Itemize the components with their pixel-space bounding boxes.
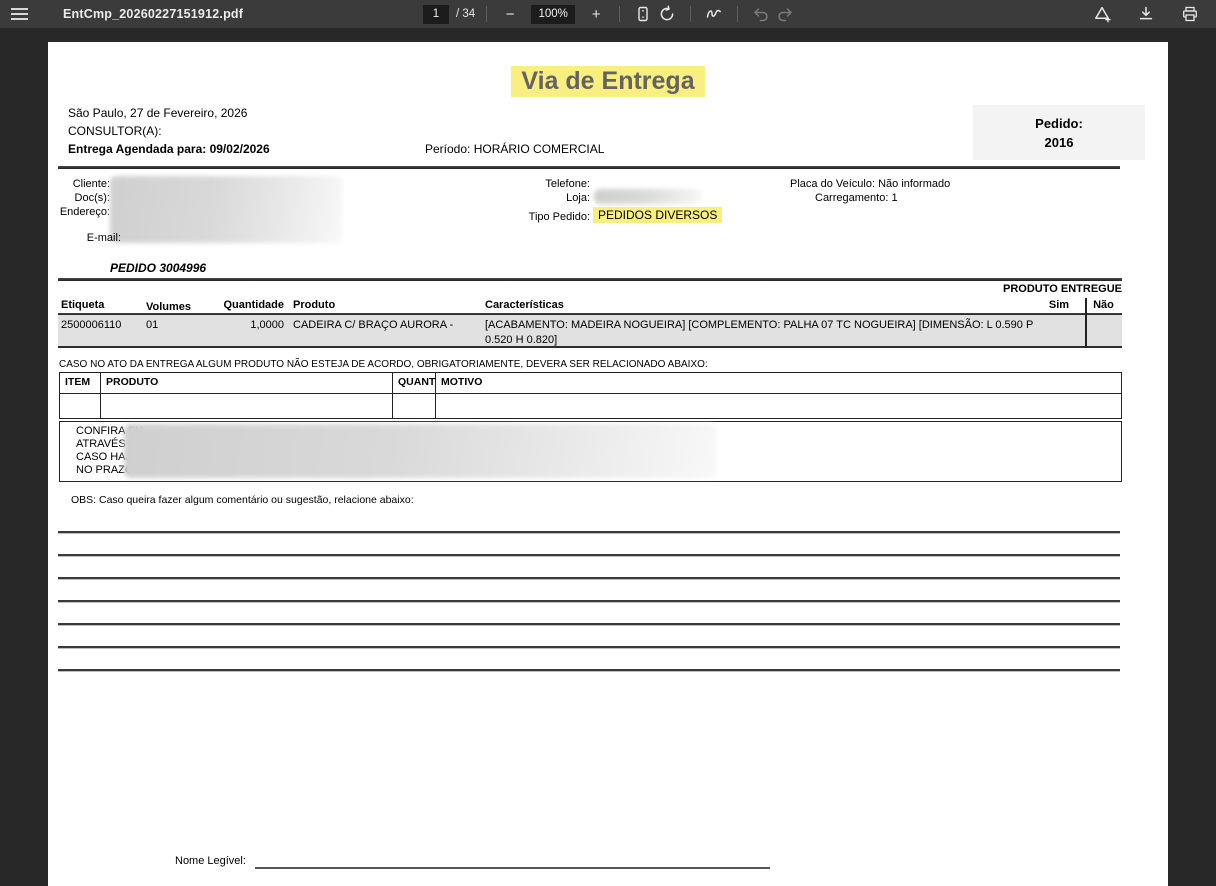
toolbar-divider xyxy=(737,6,738,22)
row-volumes: 01 xyxy=(146,319,158,331)
horizontal-rule xyxy=(58,278,1122,281)
page-number-input[interactable]: 1 xyxy=(423,5,449,24)
order-number-box: Pedido: 2016 xyxy=(973,105,1145,160)
docs-label: Doc(s): xyxy=(48,192,110,204)
add-to-collections-icon[interactable] xyxy=(1090,2,1114,26)
issue-empty-cell xyxy=(436,394,1121,418)
issue-table: ITEM PRODUTO QUANT MOTIVO xyxy=(59,372,1122,419)
col-quantidade: Quantidade xyxy=(204,299,284,311)
email-label: E-mail: xyxy=(48,232,121,244)
obs-text: OBS: Caso queira fazer algum comentário … xyxy=(71,494,414,506)
writing-line xyxy=(58,669,1120,671)
row-caracteristicas-line1: [ACABAMENTO: MADEIRA NOGUEIRA] [COMPLEME… xyxy=(485,319,1033,331)
col-etiqueta: Etiqueta xyxy=(61,299,104,311)
redo-icon[interactable] xyxy=(773,2,797,26)
issue-col-item: ITEM xyxy=(60,373,101,394)
pdf-toolbar: EntCmp_20260227151912.pdf 1 / 34 − 100% … xyxy=(0,0,1216,28)
download-icon[interactable] xyxy=(1134,2,1158,26)
writing-line xyxy=(58,554,1120,556)
col-volumes: Volumes xyxy=(146,301,191,313)
issue-empty-cell xyxy=(101,394,393,418)
page-count-label: / 34 xyxy=(456,8,475,20)
toolbar-divider xyxy=(690,6,691,22)
col-sim: Sim xyxy=(1033,299,1085,311)
plate-value: Não informado xyxy=(878,178,950,190)
issue-empty-cell xyxy=(60,394,101,418)
order-reference: PEDIDO 3004996 xyxy=(110,261,206,275)
row-etiqueta: 2500006110 xyxy=(61,319,121,331)
horizontal-rule xyxy=(58,166,1120,169)
city-date: São Paulo, 27 de Fevereiro, 2026 xyxy=(68,106,247,120)
product-row: 2500006110 01 1,0000 CADEIRA C/ BRAÇO AU… xyxy=(58,315,1122,348)
order-label: Pedido: xyxy=(973,114,1145,133)
row-caracteristicas-line2: 0.520 H 0.820] xyxy=(485,334,557,346)
issue-col-motivo: MOTIVO xyxy=(436,373,1121,394)
col-nao: Não xyxy=(1085,299,1122,311)
period: Período: HORÁRIO COMERCIAL xyxy=(425,142,604,156)
redacted-confirmation-text xyxy=(124,424,716,478)
signature-line xyxy=(255,867,770,869)
client-label: Cliente: xyxy=(48,178,110,190)
legible-name-label: Nome Legível: xyxy=(175,855,246,867)
pdf-page-1: Via de Entrega São Paulo, 27 de Fevereir… xyxy=(48,42,1168,838)
confirmation-box: CONFIRA SU ATRAVÉS DE CASO HAJA A NO PRA… xyxy=(59,421,1122,482)
phone-label: Telefone: xyxy=(488,178,590,190)
vehicle-plate: Placa do Veículo: Não informado xyxy=(790,178,950,190)
zoom-out-button[interactable]: − xyxy=(498,2,522,26)
load-count: Carregamento: 1 xyxy=(815,192,898,204)
writing-line xyxy=(58,531,1120,533)
issue-col-quant: QUANT xyxy=(393,373,436,394)
zoom-level-input[interactable]: 100% xyxy=(531,5,575,24)
issue-col-produto: PRODUTO xyxy=(101,373,393,394)
store-label: Loja: xyxy=(488,192,590,204)
row-quantidade: 1,0000 xyxy=(204,319,284,331)
toolbar-divider xyxy=(619,6,620,22)
issue-empty-cell xyxy=(393,394,436,418)
undo-icon[interactable] xyxy=(749,2,773,26)
document-filename: EntCmp_20260227151912.pdf xyxy=(63,7,243,21)
row-produto: CADEIRA C/ BRAÇO AURORA - xyxy=(293,319,453,331)
pdf-viewer-canvas[interactable]: Via de Entrega São Paulo, 27 de Fevereir… xyxy=(0,28,1216,886)
document-title-row: Via de Entrega xyxy=(48,66,1168,97)
draw-ink-icon[interactable] xyxy=(702,2,726,26)
toolbar-divider xyxy=(486,6,487,22)
order-type-label: Tipo Pedido: xyxy=(488,211,590,223)
writing-line xyxy=(58,646,1120,648)
order-type-value: PEDIDOS DIVERSOS xyxy=(593,208,722,222)
redacted-store-value xyxy=(594,189,702,204)
writing-line xyxy=(58,623,1120,625)
col-caracteristicas: Características xyxy=(485,299,564,311)
notice-text: CASO NO ATO DA ENTREGA ALGUM PRODUTO NÃO… xyxy=(59,359,708,370)
document-title: Via de Entrega xyxy=(511,66,704,97)
writing-line xyxy=(58,600,1120,602)
zoom-in-button[interactable]: + xyxy=(584,2,608,26)
pdf-page-2: Nome Legível: xyxy=(48,838,1168,886)
load-label: Carregamento: xyxy=(815,192,888,204)
redacted-client-info xyxy=(110,176,342,243)
menu-icon[interactable] xyxy=(11,3,37,25)
plate-label: Placa do Veículo: xyxy=(790,178,875,190)
writing-line xyxy=(58,577,1120,579)
rotate-icon[interactable] xyxy=(655,2,679,26)
sim-nao-divider xyxy=(1085,298,1087,348)
order-number: 2016 xyxy=(973,133,1145,152)
delivered-header: PRODUTO ENTREGUE xyxy=(922,283,1122,295)
load-value: 1 xyxy=(891,192,897,204)
fit-to-page-icon[interactable] xyxy=(631,2,655,26)
print-icon[interactable] xyxy=(1178,2,1202,26)
col-produto: Produto xyxy=(293,299,335,311)
address-label: Endereço: xyxy=(48,206,110,218)
scheduled-delivery: Entrega Agendada para: 09/02/2026 xyxy=(68,142,270,156)
consultant-label: CONSULTOR(A): xyxy=(68,124,162,138)
